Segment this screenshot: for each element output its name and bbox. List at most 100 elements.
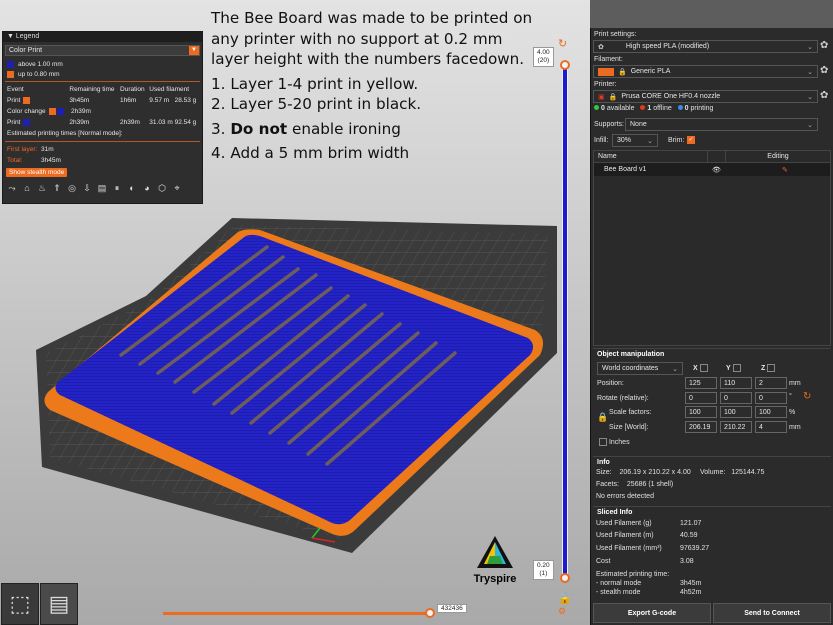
rotate-y-field[interactable]: 0: [720, 392, 752, 404]
settings-gear-icon[interactable]: ✿: [820, 40, 828, 51]
brim-checkbox[interactable]: ✓: [687, 136, 695, 144]
axis-y-label: Y: [726, 364, 741, 372]
settings-icon[interactable]: ⚙: [558, 606, 566, 617]
info-size-row: Size: 206.19 x 210.22 x 4.00: [596, 469, 691, 476]
sliced-row: Used Filament (g) 121.07: [596, 520, 701, 527]
sliced-label: Used Filament (g): [596, 520, 652, 527]
lock-scale-icon[interactable]: 🔒: [597, 412, 608, 423]
3d-view-button[interactable]: ⬚: [1, 583, 39, 625]
preview-button[interactable]: ▤: [40, 583, 78, 625]
size-x-field[interactable]: 206.19: [685, 421, 717, 433]
filament-color-swatch[interactable]: [598, 67, 614, 76]
estimated-time-label: Estimated printing time:: [596, 571, 670, 578]
event-filament-m: 9.57 m: [149, 97, 170, 104]
size-y-field[interactable]: 210.22: [720, 421, 752, 433]
center-of-gravity-icon[interactable]: ◕: [141, 182, 153, 194]
info-volume-value: 125144.75: [731, 469, 765, 476]
size-unit: mm: [789, 424, 801, 431]
event-duration: 1h6m: [120, 97, 137, 104]
reset-rotation-icon[interactable]: ↻: [803, 391, 811, 402]
revert-icon[interactable]: ↻: [558, 37, 567, 50]
retractions-icon[interactable]: ♨: [36, 182, 48, 194]
normal-mode-value: 3h45m: [680, 580, 702, 587]
eye-icon[interactable]: 👁: [712, 166, 782, 174]
filament-combo[interactable]: 🔒 Generic PLA ⌄: [593, 65, 818, 78]
move-slider-handle[interactable]: [425, 608, 435, 618]
event-swatch: [48, 108, 56, 115]
info-size-label: Size:: [596, 469, 612, 476]
rotate-label: Rotate (relative):: [597, 395, 649, 402]
chevron-down-icon: ⌄: [807, 93, 813, 101]
tool-marker-icon[interactable]: ⌖: [171, 182, 183, 194]
inches-checkbox[interactable]: [599, 438, 607, 446]
position-y-field[interactable]: 110: [720, 377, 752, 389]
rotate-z-field[interactable]: 0: [755, 392, 787, 404]
total-value: 3h45m: [41, 157, 61, 164]
slider-top-value: 4.00: [537, 49, 550, 56]
deretractions-icon[interactable]: ⇑: [51, 182, 63, 194]
position-x-field[interactable]: 125: [685, 377, 717, 389]
scale-z-field[interactable]: 100: [755, 406, 787, 418]
drop-to-bed-icon[interactable]: [699, 364, 708, 372]
axis-z-box[interactable]: [767, 364, 776, 372]
chevron-down-icon: ⌄: [807, 43, 813, 51]
step-3-suffix: enable ironing: [287, 119, 401, 138]
move-slider-track[interactable]: [163, 612, 430, 615]
chevron-down-icon: ⌄: [807, 121, 813, 129]
infill-combo[interactable]: 30% ⌄: [612, 134, 658, 147]
axis-y-box[interactable]: [732, 364, 741, 372]
layer-slider-bottom-handle[interactable]: [560, 573, 570, 583]
first-layer-label: First layer:: [7, 146, 38, 153]
custom-gcodes-icon[interactable]: ◐: [126, 182, 138, 194]
scale-y-field[interactable]: 100: [720, 406, 752, 418]
divider: [5, 141, 200, 142]
supports-combo[interactable]: None ⌄: [625, 118, 818, 131]
edit-icon[interactable]: ✎: [782, 166, 788, 174]
print-settings-combo[interactable]: ✿ High speed PLA (modified) ⌄: [593, 40, 818, 53]
sliced-label: Cost: [596, 558, 611, 565]
size-z-field[interactable]: 4: [755, 421, 787, 433]
color-changes-icon[interactable]: ▤: [96, 182, 108, 194]
printer-gear-icon[interactable]: ✿: [820, 90, 828, 101]
send-to-connect-button[interactable]: Send to Connect: [713, 603, 831, 623]
legend-header[interactable]: ▼ Legend: [3, 32, 202, 42]
object-name: Bee Board v1: [604, 166, 647, 173]
filament-gear-icon[interactable]: ✿: [820, 65, 828, 76]
travel-icon[interactable]: ⤳: [6, 182, 18, 194]
export-gcode-button[interactable]: Export G-code: [593, 603, 711, 623]
lock-icon: 🔒: [618, 68, 627, 76]
printer-combo[interactable]: ▣ 🔒 Prusa CORE One HF0.4 nozzle ⌄: [593, 90, 818, 103]
view-type-select[interactable]: Color Print ▼: [5, 45, 200, 56]
logo-mark: [477, 536, 513, 568]
object-list-item[interactable]: Bee Board v1 👁 ✎: [594, 163, 830, 176]
tool-changes-icon[interactable]: ⇩: [81, 182, 93, 194]
infill-value: 30%: [617, 137, 632, 144]
col-duration: Duration: [120, 86, 145, 93]
position-z-field[interactable]: 2: [755, 377, 787, 389]
3d-viewport[interactable]: The Bee Board was made to be printed on …: [0, 0, 590, 625]
pause-prints-icon[interactable]: ⏸: [111, 182, 123, 194]
step-3-prefix: 3.: [211, 119, 231, 138]
layer-slider-track[interactable]: [562, 60, 568, 580]
event-name: Print: [7, 97, 21, 104]
event-remaining: 2h39m: [69, 119, 90, 126]
printing-count: 0: [684, 105, 689, 112]
cube-icon: ⬚: [9, 591, 31, 616]
layer-slider-top-handle[interactable]: [560, 60, 570, 70]
gear-icon: ✿: [598, 43, 604, 51]
stealth-mode-value: 4h52m: [680, 589, 702, 596]
rotate-x-field[interactable]: 0: [685, 392, 717, 404]
event-swatch: [23, 97, 31, 104]
supports-label: Supports:: [594, 121, 624, 128]
instruction-step-3: 3. Do not enable ironing: [211, 119, 541, 140]
sliced-value: 121.07: [680, 520, 702, 527]
wipe-icon[interactable]: ⌂: [21, 182, 33, 194]
inches-label: Inches: [608, 438, 630, 446]
scale-x-field[interactable]: 100: [685, 406, 717, 418]
seams-icon[interactable]: ◎: [66, 182, 78, 194]
legend-event-row: Color change 2h39m: [3, 106, 202, 117]
shells-icon[interactable]: ⬡: [156, 182, 168, 194]
show-stealth-mode-button[interactable]: Show stealth mode: [6, 168, 68, 177]
lock-icon[interactable]: 🔓: [558, 592, 572, 605]
coordinates-combo[interactable]: World coordinates ⌄: [597, 362, 683, 375]
